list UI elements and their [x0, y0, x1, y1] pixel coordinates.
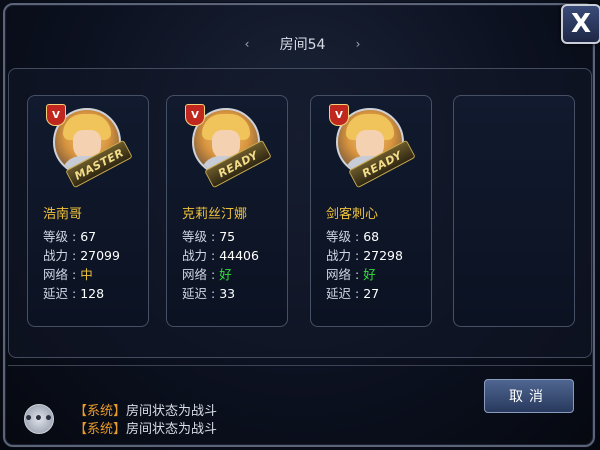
vip-badge-icon: V — [329, 104, 349, 126]
level-row: 等级 : 67 — [43, 229, 97, 244]
player-card[interactable]: V READY 克莉丝汀娜 等级 : 75 战力 : 44406 网络 : 好 … — [166, 95, 288, 327]
network-label: 网络 — [43, 267, 69, 282]
level-value: 68 — [363, 229, 380, 244]
player-avatar: V READY — [329, 102, 416, 192]
close-icon: X — [570, 9, 592, 39]
level-value: 75 — [219, 229, 236, 244]
network-value: 好 — [219, 267, 232, 282]
next-room-icon[interactable]: › — [351, 37, 365, 51]
power-value: 44406 — [219, 248, 259, 263]
player-name: 剑客刺心 — [326, 207, 379, 222]
level-row: 等级 : 68 — [326, 229, 380, 244]
prev-room-icon[interactable]: ‹ — [240, 37, 254, 51]
player-card[interactable]: V READY 剑客刺心 等级 : 68 战力 : 27298 网络 : 好 延… — [310, 95, 432, 327]
close-button[interactable]: X — [561, 4, 600, 44]
message-text: 房间状态为战斗 — [126, 404, 218, 419]
latency-row: 延迟 : 27 — [326, 286, 380, 301]
divider — [8, 365, 592, 366]
network-row: 网络 : 好 — [182, 267, 232, 282]
message-text: 房间状态为战斗 — [126, 422, 218, 437]
player-avatar: V READY — [185, 102, 272, 192]
power-label: 战力 — [43, 248, 69, 263]
chat-bubble-icon[interactable]: ••• — [24, 404, 54, 434]
system-tag: 【系统】 — [74, 422, 127, 437]
network-row: 网络 : 好 — [326, 267, 376, 282]
latency-value: 128 — [80, 286, 105, 301]
power-label: 战力 — [326, 248, 352, 263]
latency-row: 延迟 : 33 — [182, 286, 236, 301]
network-value: 中 — [80, 267, 93, 282]
system-tag: 【系统】 — [74, 404, 127, 419]
room-title-bar: ‹ 房间54 › — [240, 32, 365, 56]
power-value: 27298 — [363, 248, 403, 263]
level-value: 67 — [80, 229, 97, 244]
level-row: 等级 : 75 — [182, 229, 236, 244]
player-name: 浩南哥 — [43, 207, 83, 222]
power-row: 战力 : 44406 — [182, 248, 259, 263]
power-label: 战力 — [182, 248, 208, 263]
player-card[interactable]: V MASTER 浩南哥 等级 : 67 战力 : 27099 网络 : 中 延… — [27, 95, 149, 327]
vip-badge-icon: V — [185, 104, 205, 126]
power-value: 27099 — [80, 248, 120, 263]
latency-row: 延迟 : 128 — [43, 286, 105, 301]
latency-label: 延迟 — [43, 286, 69, 301]
network-row: 网络 : 中 — [43, 267, 93, 282]
power-row: 战力 : 27099 — [43, 248, 120, 263]
latency-label: 延迟 — [326, 286, 352, 301]
network-label: 网络 — [182, 267, 208, 282]
level-label: 等级 — [43, 229, 69, 244]
latency-value: 33 — [219, 286, 236, 301]
chat-message: 【系统】房间状态为战斗 — [74, 400, 217, 419]
room-title: 房间54 — [279, 37, 326, 53]
level-label: 等级 — [182, 229, 208, 244]
vip-badge-icon: V — [46, 104, 66, 126]
chat-message: 【系统】房间状态为战斗 — [74, 418, 217, 437]
power-row: 战力 : 27298 — [326, 248, 403, 263]
player-name: 克莉丝汀娜 — [182, 207, 248, 222]
latency-value: 27 — [363, 286, 380, 301]
level-label: 等级 — [326, 229, 352, 244]
latency-label: 延迟 — [182, 286, 208, 301]
empty-player-slot[interactable] — [453, 95, 575, 327]
network-label: 网络 — [326, 267, 352, 282]
network-value: 好 — [363, 267, 376, 282]
cancel-button[interactable]: 取消 — [484, 379, 574, 413]
player-avatar: V MASTER — [46, 102, 133, 192]
